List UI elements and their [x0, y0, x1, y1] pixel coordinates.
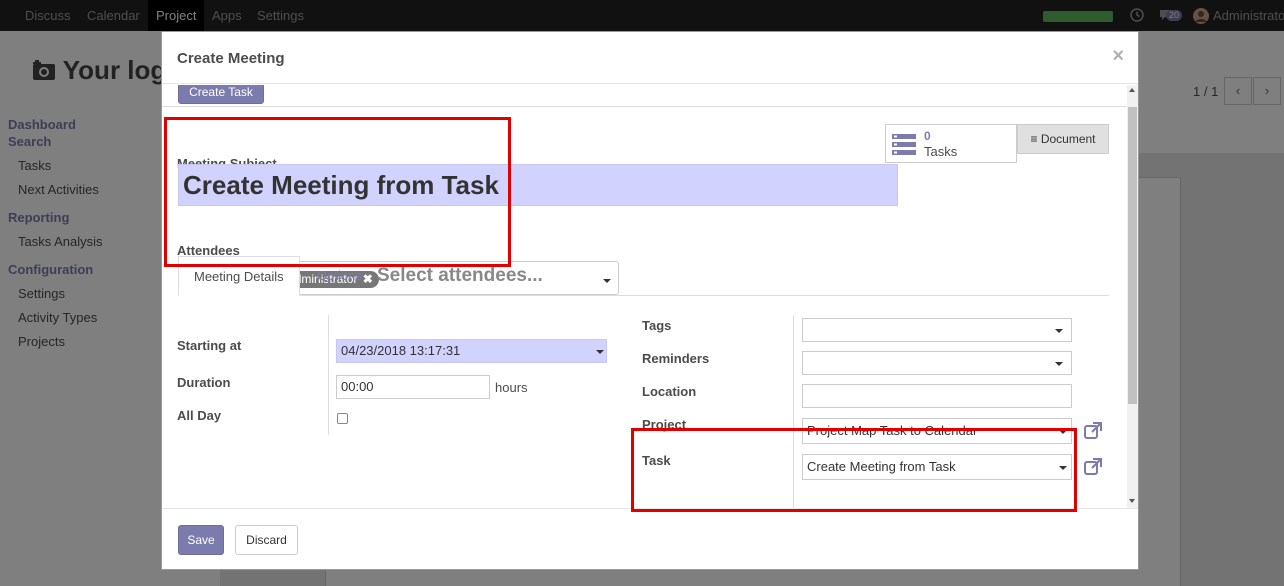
allday-label: All Day: [177, 408, 222, 423]
location-label: Location: [642, 384, 697, 399]
dialog-title: Create Meeting: [177, 50, 285, 67]
document-button[interactable]: ≡ Document: [1017, 124, 1109, 154]
highlight-box-subject: [164, 117, 511, 267]
chevron-down-icon[interactable]: [1055, 329, 1063, 333]
starting-at-value: 04/23/2018 13:17:31: [341, 343, 461, 358]
column-divider-left: [328, 315, 329, 435]
starting-at-input[interactable]: 04/23/2018 13:17:31: [336, 339, 607, 363]
external-link-icon[interactable]: [1083, 457, 1103, 477]
tasks-smart-label: Tasks: [924, 144, 958, 159]
create-task-button[interactable]: Create Task: [178, 85, 264, 104]
dialog-scrollbar-thumb[interactable]: [1128, 107, 1137, 404]
scroll-down-icon[interactable]: [1129, 499, 1135, 503]
duration-input[interactable]: 00:00: [336, 375, 490, 399]
location-input[interactable]: [802, 384, 1072, 408]
reminders-input[interactable]: [802, 351, 1072, 375]
reminders-label: Reminders: [642, 351, 710, 366]
close-icon[interactable]: ×: [1112, 45, 1124, 68]
discard-button[interactable]: Discard: [235, 525, 298, 555]
duration-unit: hours: [495, 380, 528, 395]
external-link-icon[interactable]: [1083, 421, 1103, 441]
dialog-header: Create Meeting ×: [162, 32, 1138, 84]
tasks-icon: [892, 134, 916, 155]
tags-input[interactable]: [802, 318, 1072, 342]
highlight-box-project-task: [631, 428, 1077, 512]
tasks-count: 0: [924, 129, 931, 143]
form-statusbar: Create Task: [162, 85, 1127, 107]
tags-label: Tags: [642, 318, 672, 333]
scroll-up-icon[interactable]: [1129, 88, 1135, 92]
document-label: Document: [1040, 132, 1096, 146]
chevron-down-icon[interactable]: [596, 350, 604, 354]
allday-checkbox[interactable]: [337, 413, 348, 424]
dialog-footer: Save Discard: [162, 508, 1138, 569]
starting-at-label: Starting at: [177, 338, 242, 353]
tasks-smart-button[interactable]: 0 Tasks: [885, 124, 1017, 163]
duration-label: Duration: [177, 375, 231, 390]
list-icon: ≡: [1030, 132, 1038, 146]
chevron-down-icon[interactable]: [1055, 362, 1063, 366]
save-button[interactable]: Save: [178, 525, 224, 555]
